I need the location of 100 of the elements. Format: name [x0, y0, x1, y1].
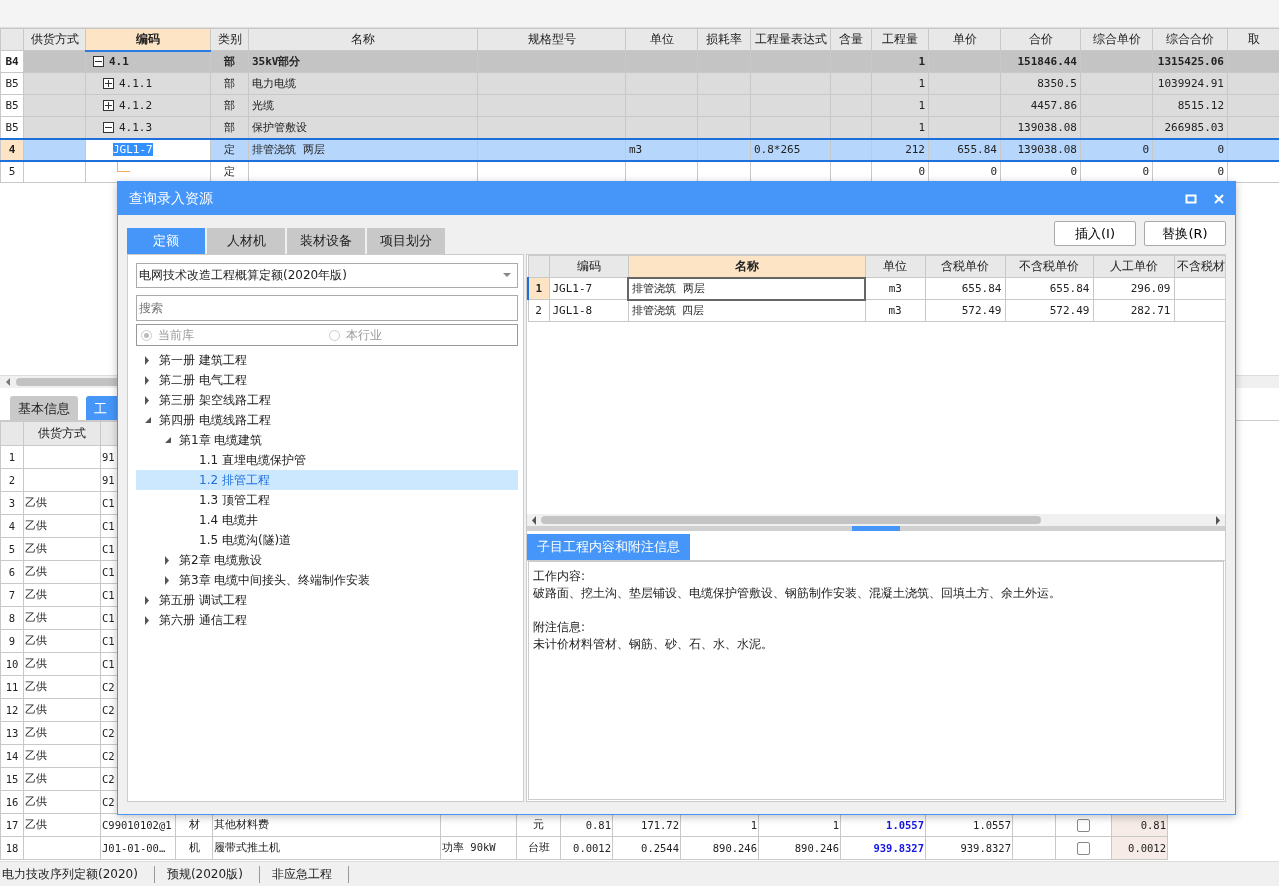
- column-header[interactable]: 单价: [928, 28, 1001, 51]
- row-number: 17: [0, 813, 24, 837]
- column-header[interactable]: 工程量表达式: [750, 28, 831, 51]
- table-cell: 296.09: [1093, 277, 1174, 300]
- table-cell: 保护管敷设: [248, 116, 478, 139]
- row-number: 4: [0, 514, 24, 538]
- table-cell: 282.71: [1093, 299, 1174, 322]
- column-header[interactable]: 单位: [865, 255, 925, 278]
- column-header[interactable]: 单位: [625, 28, 698, 51]
- row-number: 9: [0, 629, 24, 653]
- table-row[interactable]: B5 4.1.1 部 电力电缆 1 8350.5 1039924.91: [0, 72, 1279, 95]
- table-cell: JGL1-8: [549, 299, 628, 322]
- tree-label: 第一册 建筑工程: [159, 351, 247, 369]
- collapsed-arrow-icon[interactable]: [144, 395, 150, 405]
- table-cell: 乙供: [23, 652, 101, 676]
- code-text: JGL1-7: [113, 143, 153, 156]
- table-cell: 乙供: [23, 721, 101, 745]
- tree-item[interactable]: 第三册 架空线路工程: [136, 390, 518, 410]
- action-button[interactable]: 替换(R): [1144, 221, 1226, 246]
- tree-item[interactable]: 第二册 电气工程: [136, 370, 518, 390]
- column-header[interactable]: 合价: [1000, 28, 1081, 51]
- table-row[interactable]: 5 定 0 0 0 0 0: [0, 160, 1279, 183]
- table-row[interactable]: 4 JGL1-7 定 排管浇筑 两层 m3 0.8*265 212 655.84 139038.08 0 0: [0, 138, 1279, 161]
- table-cell: 212: [871, 138, 929, 161]
- collapsed-arrow-icon[interactable]: [144, 595, 150, 605]
- library-dropdown[interactable]: 电网技术改造工程概算定额(2020年版): [136, 263, 518, 288]
- code-text: 4.1: [109, 55, 129, 69]
- table-row[interactable]: 1 JGL1-7 排管浇筑 两层 m3 655.84 655.84 296.09: [528, 277, 1225, 300]
- column-header[interactable]: 类别: [210, 28, 249, 51]
- maximize-icon[interactable]: [1185, 192, 1197, 205]
- expand-icon[interactable]: [103, 100, 114, 111]
- row-number: 18: [0, 836, 24, 860]
- column-header[interactable]: 名称: [628, 255, 865, 278]
- table-cell: 功率 90kW: [440, 836, 517, 860]
- table-row[interactable]: B5 4.1.3 部 保护管敷设 1 139038.08 266985.03: [0, 116, 1279, 139]
- table-cell: 乙供: [23, 698, 101, 722]
- column-header[interactable]: 人工单价: [1093, 255, 1174, 278]
- table-cell: 乙供: [23, 767, 101, 791]
- column-header[interactable]: 供货方式: [23, 28, 86, 51]
- tab[interactable]: 项目划分: [367, 228, 445, 254]
- table-cell: 35kV部分: [248, 50, 478, 73]
- column-header[interactable]: 不含税单价: [1005, 255, 1093, 278]
- collapsed-arrow-icon[interactable]: [144, 375, 150, 385]
- column-header[interactable]: 供货方式: [23, 421, 101, 446]
- checkbox[interactable]: [1077, 841, 1090, 855]
- table-row[interactable]: B5 4.1.2 部 光缆 1 4457.86 8515.12: [0, 94, 1279, 117]
- column-header[interactable]: 综合单价: [1080, 28, 1153, 51]
- table-cell: 939.8327: [840, 836, 926, 860]
- table-cell: 履带式推土机: [212, 836, 441, 860]
- column-header[interactable]: 含税单价: [925, 255, 1005, 278]
- column-header[interactable]: 取: [1227, 28, 1279, 51]
- status-text: 预规(2020版): [164, 865, 260, 883]
- table-cell: 乙供: [23, 583, 101, 607]
- tree-label: 第二册 电气工程: [159, 371, 247, 389]
- column-header[interactable]: 不含税材: [1174, 255, 1225, 278]
- collapsed-arrow-icon[interactable]: [144, 615, 150, 625]
- close-icon[interactable]: [1213, 192, 1225, 205]
- tree-label: 1.4 电缆井: [199, 511, 258, 529]
- action-button[interactable]: 插入(I): [1054, 221, 1136, 246]
- column-header[interactable]: 编码: [85, 28, 211, 51]
- checkbox[interactable]: [1077, 818, 1090, 832]
- column-header[interactable]: 名称: [248, 28, 478, 51]
- tree-item[interactable]: 第一册 建筑工程: [136, 350, 518, 370]
- dialog-title: 查询录入资源: [129, 189, 213, 208]
- expanded-arrow-icon[interactable]: [144, 416, 152, 424]
- collapsed-arrow-icon[interactable]: [144, 355, 150, 365]
- collapsed-arrow-icon[interactable]: [164, 555, 170, 565]
- column-header[interactable]: 损耗率: [697, 28, 751, 51]
- column-header[interactable]: 工程量: [871, 28, 929, 51]
- tab[interactable]: 人材机: [207, 228, 285, 254]
- table-cell: 乙供: [23, 744, 101, 768]
- table-cell: 655.84: [1005, 277, 1093, 300]
- table-row[interactable]: 2 JGL1-8 排管浇筑 四层 m3 572.49 572.49 282.71: [528, 299, 1225, 322]
- collapsed-arrow-icon[interactable]: [164, 575, 170, 585]
- column-header[interactable]: 综合合价: [1152, 28, 1228, 51]
- info-text: 未计价材料管材、钢筋、砂、石、水、水泥。: [533, 636, 774, 653]
- table-cell: 乙供: [23, 675, 101, 699]
- collapse-icon[interactable]: [93, 56, 104, 68]
- column-header[interactable]: 编码: [549, 255, 628, 278]
- table-cell: 排管浇筑 两层: [248, 138, 478, 161]
- scrollbar[interactable]: [527, 514, 1225, 526]
- table-cell: 排管浇筑 两层: [628, 277, 865, 300]
- tree-label: 1.3 顶管工程: [199, 491, 270, 509]
- table-row[interactable]: B4 4.1 部 35kV部分 1 151846.44 1315425.06: [0, 50, 1279, 73]
- column-header[interactable]: 规格型号: [477, 28, 626, 51]
- expanded-arrow-icon[interactable]: [164, 436, 172, 444]
- search-field[interactable]: 搜索: [136, 295, 518, 321]
- table-cell: 0: [1080, 138, 1153, 161]
- table-cell: 乙供: [23, 514, 101, 538]
- table-cell: 890.246: [680, 836, 759, 860]
- tree-label: 第1章 电缆建筑: [179, 431, 263, 449]
- tab[interactable]: 装材设备: [287, 228, 365, 254]
- expand-icon[interactable]: [103, 78, 114, 89]
- tree-label: 1.1 直埋电缆保护管: [199, 451, 306, 469]
- tree-item[interactable]: 1.2 排管工程: [136, 470, 518, 490]
- tab[interactable]: 基本信息: [10, 396, 78, 420]
- tree-item[interactable]: 第四册 电缆线路工程: [136, 410, 518, 430]
- row-number: 3: [0, 491, 24, 515]
- collapse-icon[interactable]: [103, 121, 114, 133]
- column-header[interactable]: 含量: [830, 28, 872, 51]
